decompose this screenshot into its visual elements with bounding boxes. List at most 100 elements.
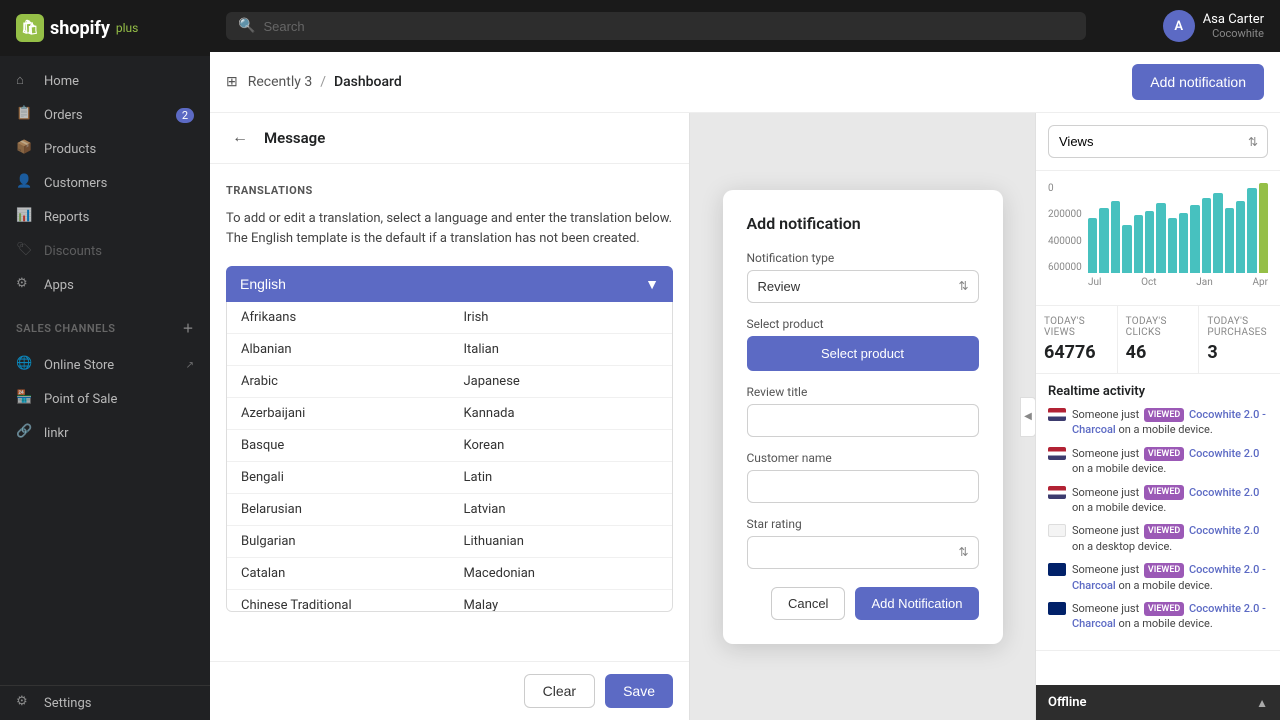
customer-name-group: Customer name — [747, 451, 979, 503]
main-area: 🔍 A Asa Carter Cocowhite ⊞ Recently 3 / … — [210, 0, 1280, 720]
viewed-badge: VIEWED — [1144, 485, 1184, 500]
sidebar-item-settings[interactable]: ⚙ Settings — [0, 686, 210, 720]
sidebar-item-reports[interactable]: 📊 Reports — [0, 200, 210, 234]
stat-views-label: TODAY'S VIEWS — [1044, 316, 1109, 338]
activity-link[interactable]: Cocowhite 2.0 — [1189, 524, 1259, 537]
select-product-group: Select product Select product — [747, 317, 979, 371]
language-dropdown-button[interactable]: English ▼ — [226, 266, 673, 302]
sidebar-item-discounts: 🏷 Discounts — [0, 234, 210, 268]
lang-item[interactable]: Belarusian — [227, 494, 450, 526]
home-icon: ⌂ — [16, 72, 34, 90]
lang-item[interactable]: Irish — [450, 302, 673, 334]
external-link-icon: ↗ — [186, 360, 194, 371]
review-title-input[interactable] — [747, 404, 979, 437]
sidebar: 🛍 shopify plus ⌂ Home 📋 Orders 2 📦 Produ… — [0, 0, 210, 720]
chart-y-labels: 600000 400000 200000 0 — [1048, 183, 1082, 273]
search-box: 🔍 — [226, 12, 1086, 40]
sidebar-item-label: Customers — [44, 176, 107, 191]
sidebar-item-orders[interactable]: 📋 Orders 2 — [0, 98, 210, 132]
translations-label: TRANSLATIONS — [226, 184, 673, 197]
lang-item[interactable]: Latvian — [450, 494, 673, 526]
activity-link[interactable]: Cocowhite 2.0 — [1189, 486, 1259, 499]
flag-us-icon — [1048, 486, 1066, 499]
sidebar-item-home[interactable]: ⌂ Home — [0, 64, 210, 98]
lang-item[interactable]: Arabic — [227, 366, 450, 398]
sidebar-item-linkr[interactable]: 🔗 linkr — [0, 416, 210, 450]
sidebar-item-label: Discounts — [44, 244, 102, 259]
panel-footer: Clear Save — [210, 661, 689, 720]
save-button[interactable]: Save — [605, 674, 673, 708]
sidebar-item-apps[interactable]: ⚙ Apps — [0, 268, 210, 302]
language-list: Afrikaans Irish Albanian Italian Arabic … — [226, 302, 673, 612]
lang-item[interactable]: Bulgarian — [227, 526, 450, 558]
notification-type-select[interactable]: Review Purchase Signup — [747, 270, 979, 303]
activity-link[interactable]: Cocowhite 2.0 — [1189, 447, 1259, 460]
lang-item[interactable]: Malay — [450, 590, 673, 612]
chart-bar — [1168, 218, 1177, 273]
translation-description: To add or edit a translation, select a l… — [226, 209, 673, 248]
lang-item[interactable]: Latin — [450, 462, 673, 494]
user-shop: Cocowhite — [1203, 27, 1264, 40]
avatar: A — [1163, 10, 1195, 42]
views-select[interactable]: Views Clicks Purchases — [1048, 125, 1268, 158]
lang-item[interactable]: Kannada — [450, 398, 673, 430]
sidebar-item-label: Products — [44, 142, 96, 157]
sidebar-item-label: Home — [44, 74, 79, 89]
y-label-400k: 400000 — [1048, 236, 1082, 247]
settings-icon: ⚙ — [16, 694, 34, 712]
y-label-600k: 600000 — [1048, 262, 1082, 273]
flag-gb-icon — [1048, 602, 1066, 615]
offline-banner: Offline ▲ — [1036, 685, 1280, 720]
search-icon: 🔍 — [238, 18, 255, 34]
lang-item[interactable]: Albanian — [227, 334, 450, 366]
sidebar-item-products[interactable]: 📦 Products — [0, 132, 210, 166]
lang-item[interactable]: Lithuanian — [450, 526, 673, 558]
chevron-up-icon[interactable]: ▲ — [1256, 696, 1268, 710]
sidebar-item-label: Settings — [44, 696, 91, 711]
sidebar-item-label: Point of Sale — [44, 392, 117, 407]
search-input[interactable] — [263, 19, 1074, 34]
lang-item[interactable]: Afrikaans — [227, 302, 450, 334]
sidebar-item-point-of-sale[interactable]: 🏪 Point of Sale — [0, 382, 210, 416]
add-channel-icon[interactable]: ＋ — [183, 320, 195, 336]
activity-text: Someone just VIEWED Cocowhite 2.0 - Char… — [1072, 601, 1268, 632]
lang-item[interactable]: Korean — [450, 430, 673, 462]
clear-button[interactable]: Clear — [524, 674, 595, 708]
add-notification-button[interactable]: Add notification — [1132, 64, 1264, 100]
star-rating-select-wrapper: 12345 — [747, 536, 979, 569]
sidebar-item-label: Orders — [44, 108, 83, 123]
stat-clicks-value: 46 — [1126, 342, 1191, 363]
lang-item[interactable]: Macedonian — [450, 558, 673, 590]
sidebar-item-customers[interactable]: 👤 Customers — [0, 166, 210, 200]
chart-bar — [1202, 198, 1211, 273]
sidebar-item-online-store[interactable]: 🌐 Online Store ↗ — [0, 348, 210, 382]
lang-item[interactable]: Chinese Traditional — [227, 590, 450, 612]
customer-name-label: Customer name — [747, 451, 979, 465]
lang-item[interactable]: Italian — [450, 334, 673, 366]
stat-views: TODAY'S VIEWS 64776 — [1036, 306, 1118, 373]
lang-item[interactable]: Catalan — [227, 558, 450, 590]
list-item: Someone just VIEWED Cocowhite 2.0 - Char… — [1048, 601, 1268, 632]
select-product-button[interactable]: Select product — [747, 336, 979, 371]
customer-name-input[interactable] — [747, 470, 979, 503]
viewed-badge: VIEWED — [1144, 524, 1184, 539]
chevron-down-icon: ▼ — [645, 276, 659, 292]
notification-type-label: Notification type — [747, 251, 979, 265]
collapse-handle[interactable]: ◀ — [1020, 397, 1035, 437]
flag-cy-icon — [1048, 524, 1066, 537]
shopify-logo: 🛍 shopify plus — [16, 14, 194, 42]
lang-item[interactable]: Basque — [227, 430, 450, 462]
lang-item[interactable]: Japanese — [450, 366, 673, 398]
flag-us-icon — [1048, 447, 1066, 460]
star-rating-select[interactable]: 12345 — [747, 536, 979, 569]
star-rating-label: Star rating — [747, 517, 979, 531]
breadcrumb-separator: / — [320, 74, 326, 90]
cancel-button[interactable]: Cancel — [771, 587, 845, 620]
lang-item[interactable]: Bengali — [227, 462, 450, 494]
back-button[interactable]: ← — [226, 127, 254, 149]
lang-item[interactable]: Azerbaijani — [227, 398, 450, 430]
activity-list: Someone just VIEWED Cocowhite 2.0 - Char… — [1048, 407, 1268, 632]
add-notification-confirm-button[interactable]: Add Notification — [855, 587, 978, 620]
customers-icon: 👤 — [16, 174, 34, 192]
settings-section: ⚙ Settings — [0, 685, 210, 720]
